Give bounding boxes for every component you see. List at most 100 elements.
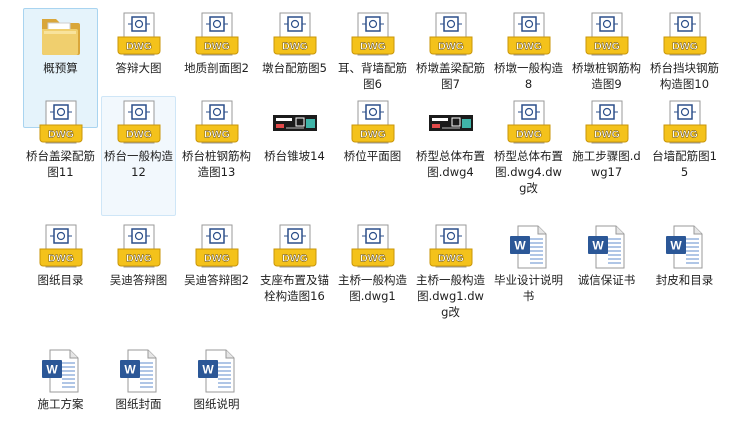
file-item[interactable]: DWG 主桥一般构造图.dwg1: [335, 220, 410, 340]
file-item[interactable]: DWG 台墙配筋图15: [647, 96, 722, 216]
svg-text:W: W: [124, 363, 136, 377]
file-item[interactable]: DWG 桥型总体布置图.dwg4.dwg改: [491, 96, 566, 216]
dwg-file-icon: DWG: [662, 99, 708, 147]
dwg-file-icon: DWG: [506, 99, 552, 147]
file-item[interactable]: DWG 桥台桩钢筋构造图13: [179, 96, 254, 216]
file-name-label: 图纸封面: [115, 397, 162, 411]
file-name-label: 主桥一般构造图.dwg1.dwg改: [416, 273, 485, 319]
svg-text:DWG: DWG: [126, 253, 152, 265]
file-name-label: 诚信保证书: [577, 273, 636, 287]
svg-text:DWG: DWG: [516, 41, 542, 53]
dwg-file-icon: DWG: [272, 223, 318, 271]
file-name-label: 台墙配筋图15: [652, 149, 717, 179]
svg-text:DWG: DWG: [204, 41, 230, 53]
word-document-icon: W: [506, 223, 552, 271]
file-name-label: 桥台锥坡14: [264, 149, 325, 163]
svg-text:DWG: DWG: [282, 41, 308, 53]
svg-text:DWG: DWG: [126, 41, 152, 53]
word-document-icon: W: [662, 223, 708, 271]
file-name-label: 毕业设计说明书: [494, 273, 563, 303]
svg-text:W: W: [592, 239, 604, 253]
dwg-file-icon: DWG: [584, 11, 630, 59]
svg-text:DWG: DWG: [204, 253, 230, 265]
file-item[interactable]: DWG 主桥一般构造图.dwg1.dwg改: [413, 220, 488, 340]
file-name-label: 桥墩桩钢筋构造图9: [572, 61, 641, 91]
svg-text:DWG: DWG: [594, 41, 620, 53]
file-item[interactable]: DWG 施工步骤图.dwg17: [569, 96, 644, 216]
word-document-icon: W: [194, 347, 240, 395]
svg-text:DWG: DWG: [48, 253, 74, 265]
file-name-label: 桥位平面图: [343, 149, 402, 163]
svg-text:DWG: DWG: [282, 253, 308, 265]
file-name-label: 桥台一般构造12: [104, 149, 173, 179]
file-item[interactable]: DWG 桥台一般构造12: [101, 96, 176, 216]
svg-text:DWG: DWG: [360, 41, 386, 53]
file-item[interactable]: DWG 桥台盖梁配筋图11: [23, 96, 98, 216]
file-item[interactable]: DWG 图纸目录: [23, 220, 98, 340]
dwg-file-icon: DWG: [194, 223, 240, 271]
file-icon-view: 概预算 DWG 答辩大图 DWG 地质剖面图2 DWG 墩台配筋图5 DWG 耳、背墙配筋图6 D…: [0, 0, 730, 422]
file-name-label: 施工步骤图.dwg17: [572, 149, 641, 179]
file-name-label: 吴迪答辩图: [109, 273, 168, 287]
dwg-thumbnail-icon: [272, 99, 318, 147]
file-item[interactable]: DWG 支座布置及锚栓构造图16: [257, 220, 332, 340]
dwg-file-icon: DWG: [116, 223, 162, 271]
dwg-file-icon: DWG: [194, 11, 240, 59]
dwg-file-icon: DWG: [116, 99, 162, 147]
svg-text:DWG: DWG: [360, 129, 386, 141]
dwg-file-icon: DWG: [38, 99, 84, 147]
svg-text:DWG: DWG: [438, 41, 464, 53]
svg-text:DWG: DWG: [594, 129, 620, 141]
file-name-label: 施工方案: [37, 397, 84, 411]
dwg-file-icon: DWG: [584, 99, 630, 147]
dwg-file-icon: DWG: [194, 99, 240, 147]
svg-text:DWG: DWG: [360, 253, 386, 265]
file-item[interactable]: DWG 桥位平面图: [335, 96, 410, 216]
dwg-file-icon: DWG: [350, 11, 396, 59]
file-item[interactable]: W 施工方案: [23, 344, 98, 420]
file-name-label: 桥墩盖梁配筋图7: [416, 61, 485, 91]
file-name-label: 图纸说明: [193, 397, 240, 411]
file-name-label: 桥型总体布置图.dwg4: [416, 149, 485, 179]
file-name-label: 地质剖面图2: [184, 61, 249, 75]
svg-text:W: W: [202, 363, 214, 377]
dwg-file-icon: DWG: [116, 11, 162, 59]
file-name-label: 图纸目录: [37, 273, 84, 287]
file-name-label: 支座布置及锚栓构造图16: [260, 273, 329, 303]
file-item[interactable]: DWG 吴迪答辩图2: [179, 220, 254, 340]
file-name-label: 耳、背墙配筋图6: [338, 61, 407, 91]
file-name-label: 答辩大图: [115, 61, 162, 75]
file-item[interactable]: W 毕业设计说明书: [491, 220, 566, 340]
file-item[interactable]: W 图纸说明: [179, 344, 254, 420]
word-document-icon: W: [38, 347, 84, 395]
dwg-file-icon: DWG: [272, 11, 318, 59]
dwg-thumbnail-icon: [428, 99, 474, 147]
folder-icon: [38, 11, 84, 59]
file-name-label: 封皮和目录: [655, 273, 714, 287]
svg-text:DWG: DWG: [672, 129, 698, 141]
dwg-file-icon: DWG: [506, 11, 552, 59]
svg-text:DWG: DWG: [438, 253, 464, 265]
file-name-label: 主桥一般构造图.dwg1: [338, 273, 407, 303]
dwg-file-icon: DWG: [38, 223, 84, 271]
file-item[interactable]: W 图纸封面: [101, 344, 176, 420]
file-item[interactable]: W 诚信保证书: [569, 220, 644, 340]
svg-text:DWG: DWG: [126, 129, 152, 141]
file-name-label: 桥台盖梁配筋图11: [26, 149, 95, 179]
dwg-file-icon: DWG: [428, 11, 474, 59]
word-document-icon: W: [584, 223, 630, 271]
file-name-label: 概预算: [43, 61, 78, 75]
svg-text:DWG: DWG: [204, 129, 230, 141]
file-name-label: 桥台挡块钢筋构造图10: [650, 61, 719, 91]
svg-text:W: W: [670, 239, 682, 253]
file-name-label: 吴迪答辩图2: [184, 273, 249, 287]
svg-text:DWG: DWG: [672, 41, 698, 53]
file-item[interactable]: DWG 吴迪答辩图: [101, 220, 176, 340]
file-item[interactable]: W 封皮和目录: [647, 220, 722, 340]
svg-text:W: W: [514, 239, 526, 253]
file-name-label: 桥台桩钢筋构造图13: [182, 149, 251, 179]
file-item[interactable]: 桥台锥坡14: [257, 96, 332, 216]
svg-text:DWG: DWG: [48, 129, 74, 141]
file-item[interactable]: 桥型总体布置图.dwg4: [413, 96, 488, 216]
dwg-file-icon: DWG: [662, 11, 708, 59]
